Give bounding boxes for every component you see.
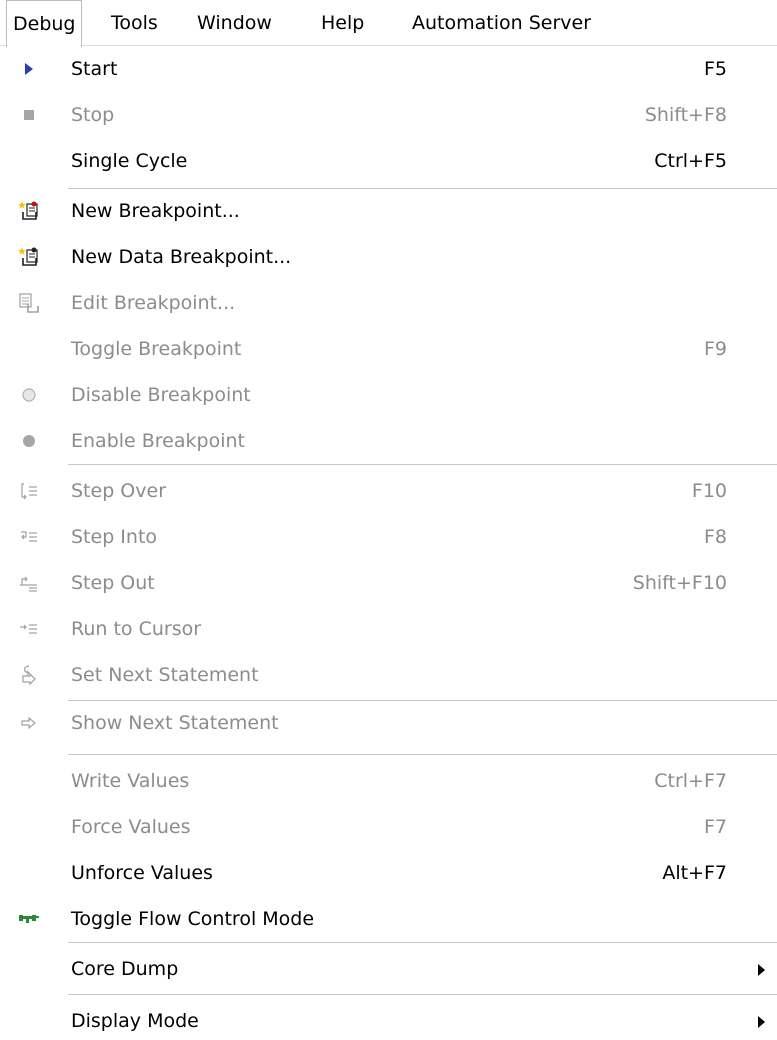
menu-item-stop[interactable]: Stop Shift+F8: [0, 92, 777, 138]
menu-item-core-dump[interactable]: Core Dump: [0, 946, 777, 992]
menu-item-start[interactable]: Start F5: [0, 46, 777, 92]
menu-separator: [68, 464, 777, 465]
menu-item-step-over[interactable]: Step Over F10: [0, 468, 777, 514]
menu-item-label: Single Cycle: [71, 150, 188, 172]
menu-item-shortcut: F7: [703, 816, 727, 838]
menu-item-label: Edit Breakpoint...: [71, 292, 236, 314]
menu-item-label: Start: [71, 58, 118, 80]
enable-breakpoint-icon: [18, 430, 40, 452]
menu-item-label: Unforce Values: [71, 862, 213, 884]
stop-icon: [18, 104, 40, 126]
menu-item-single-cycle[interactable]: Single Cycle Ctrl+F5: [0, 138, 777, 184]
menu-bar: Debug Tools Window Help Automation Serve…: [0, 0, 777, 47]
submenu-arrow-icon: [758, 964, 765, 976]
menu-item-shortcut: F10: [691, 480, 727, 502]
menu-item-force-values[interactable]: Force Values F7: [0, 804, 777, 850]
menu-item-label: New Data Breakpoint...: [71, 246, 292, 268]
menu-item-label: Toggle Breakpoint: [71, 338, 242, 360]
menu-help[interactable]: Help: [321, 0, 364, 46]
menu-item-shortcut: Shift+F8: [644, 104, 727, 126]
menu-item-label: Display Mode: [71, 1010, 199, 1032]
set-next-statement-icon: [18, 664, 40, 686]
menu-item-label: New Breakpoint...: [71, 200, 240, 222]
menu-item-shortcut: Ctrl+F5: [654, 150, 727, 172]
menu-item-new-breakpoint[interactable]: New Breakpoint...: [0, 188, 777, 234]
disable-breakpoint-icon: [18, 384, 40, 406]
menu-item-unforce-values[interactable]: Unforce Values Alt+F7: [0, 850, 777, 896]
menu-separator: [68, 942, 777, 943]
menu-separator: [68, 754, 777, 755]
menu-automation-server[interactable]: Automation Server: [412, 0, 591, 46]
menu-window[interactable]: Window: [197, 0, 272, 46]
menu-item-enable-breakpoint[interactable]: Enable Breakpoint: [0, 418, 777, 464]
menu-item-shortcut: Alt+F7: [662, 862, 727, 884]
menu-item-label: Set Next Statement: [71, 664, 259, 686]
menu-item-label: Core Dump: [71, 958, 179, 980]
menu-item-label: Toggle Flow Control Mode: [71, 908, 315, 930]
menu-item-label: Run to Cursor: [71, 618, 202, 640]
new-data-breakpoint-icon: [18, 246, 40, 268]
menu-item-shortcut: F5: [703, 58, 727, 80]
menu-item-shortcut: Shift+F10: [632, 572, 727, 594]
menu-separator: [68, 994, 777, 995]
menu-item-step-into[interactable]: Step Into F8: [0, 514, 777, 560]
menu-item-label: Disable Breakpoint: [71, 384, 251, 406]
menu-item-shortcut: F8: [703, 526, 727, 548]
menu-item-label: Enable Breakpoint: [71, 430, 245, 452]
menu-debug[interactable]: Debug: [6, 0, 83, 47]
submenu-arrow-icon: [758, 1016, 765, 1028]
menu-tools[interactable]: Tools: [111, 0, 158, 46]
step-into-icon: [18, 526, 40, 548]
flow-control-icon: [18, 908, 40, 930]
menu-item-new-data-breakpoint[interactable]: New Data Breakpoint...: [0, 234, 777, 280]
run-to-cursor-icon: [18, 618, 40, 640]
menu-item-label: Force Values: [71, 816, 191, 838]
new-breakpoint-icon: [18, 200, 40, 222]
menu-item-display-mode[interactable]: Display Mode: [0, 998, 777, 1040]
menu-item-label: Step Into: [71, 526, 158, 548]
menu-item-label: Step Out: [71, 572, 155, 594]
menu-item-edit-breakpoint[interactable]: Edit Breakpoint...: [0, 280, 777, 326]
menu-item-shortcut: Ctrl+F7: [654, 770, 727, 792]
menu-item-show-next-statement[interactable]: Show Next Statement: [0, 700, 777, 746]
menu-item-label: Step Over: [71, 480, 166, 502]
edit-breakpoint-icon: [18, 292, 40, 314]
debug-dropdown-menu: Start F5 Stop Shift+F8 Single Cycle Ctrl…: [0, 46, 777, 1040]
menu-item-label: Show Next Statement: [71, 712, 279, 734]
show-next-statement-icon: [18, 712, 40, 734]
menu-item-disable-breakpoint[interactable]: Disable Breakpoint: [0, 372, 777, 418]
menu-item-toggle-flow-control-mode[interactable]: Toggle Flow Control Mode: [0, 896, 777, 942]
menu-item-toggle-breakpoint[interactable]: Toggle Breakpoint F9: [0, 326, 777, 372]
play-icon: [18, 58, 40, 80]
menu-item-write-values[interactable]: Write Values Ctrl+F7: [0, 758, 777, 804]
menu-item-label: Write Values: [71, 770, 190, 792]
step-out-icon: [18, 572, 40, 594]
menu-item-step-out[interactable]: Step Out Shift+F10: [0, 560, 777, 606]
step-over-icon: [18, 480, 40, 502]
menu-item-shortcut: F9: [703, 338, 727, 360]
menu-item-set-next-statement[interactable]: Set Next Statement: [0, 652, 777, 698]
menu-item-label: Stop: [71, 104, 115, 126]
menu-item-run-to-cursor[interactable]: Run to Cursor: [0, 606, 777, 652]
